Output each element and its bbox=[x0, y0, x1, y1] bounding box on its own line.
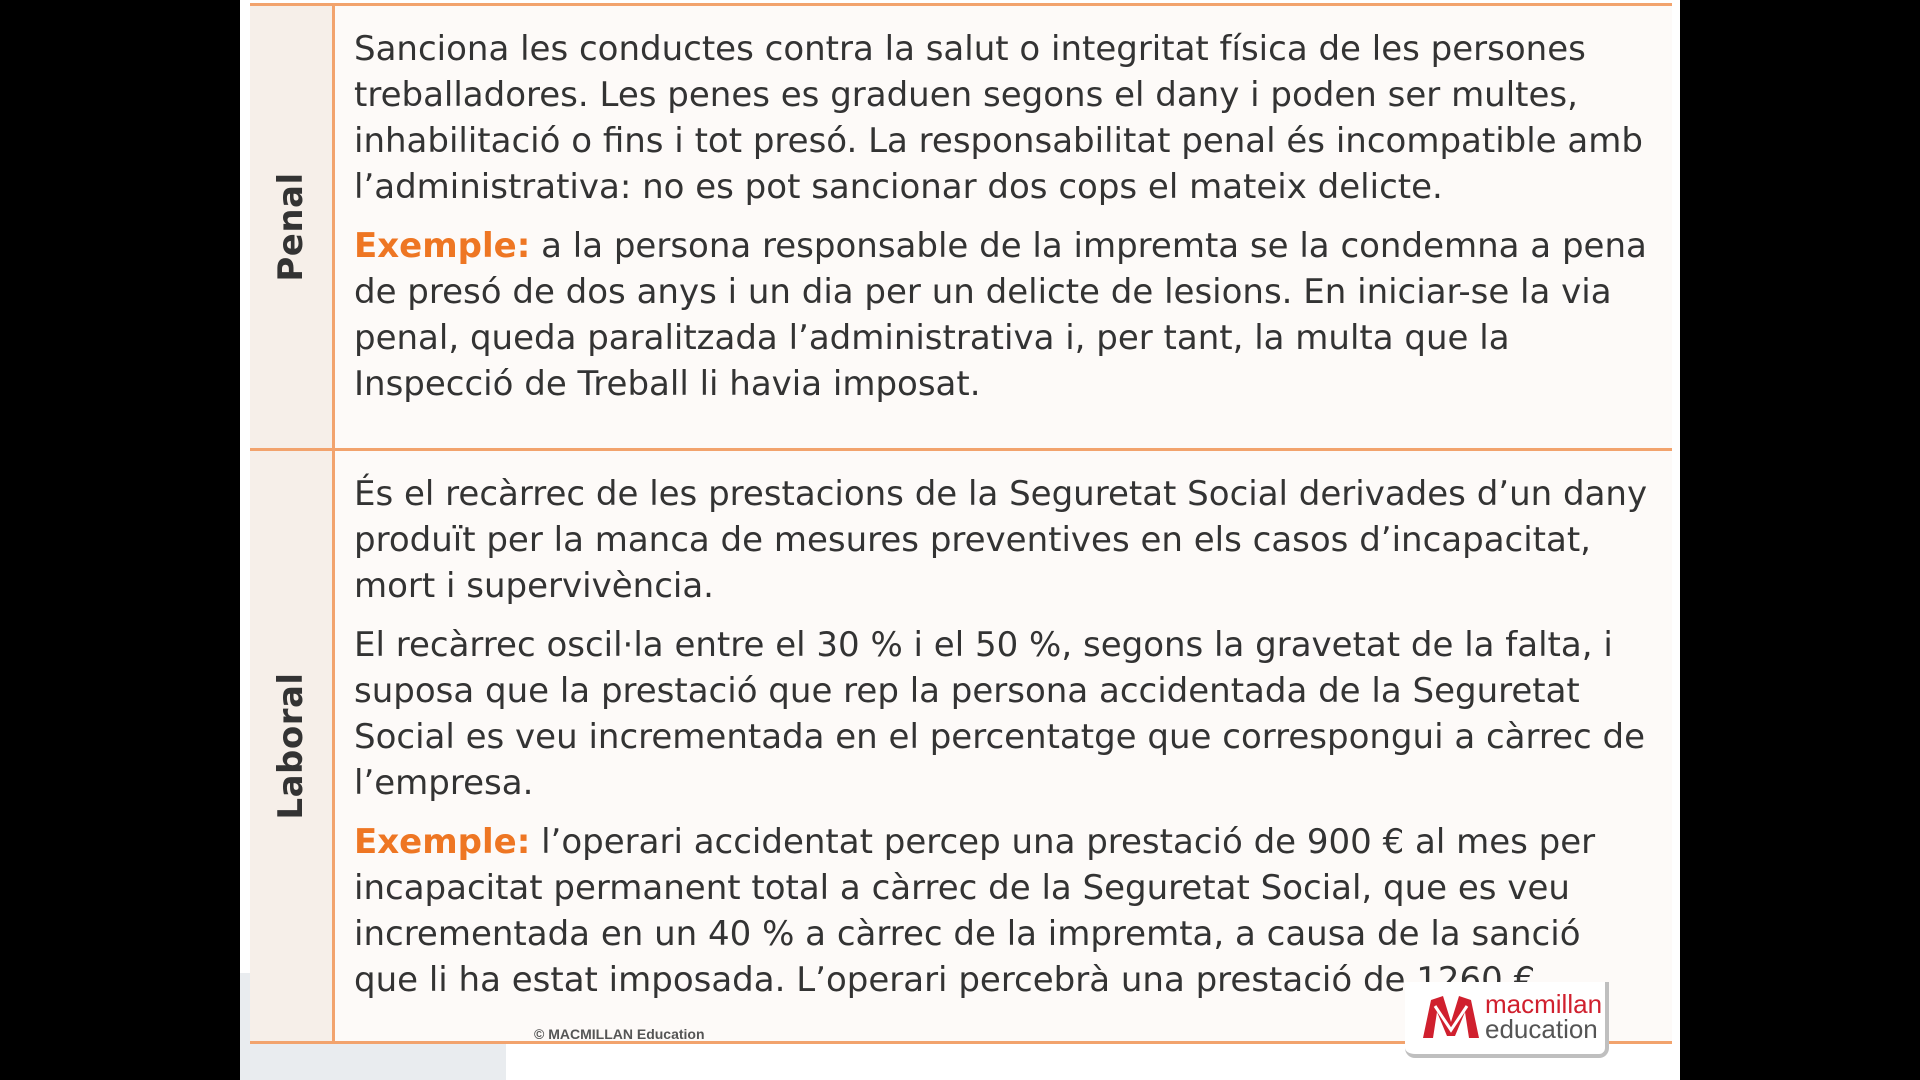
row-label-penal: Penal bbox=[271, 172, 311, 282]
example-text: a la persona responsable de la impremta … bbox=[354, 226, 1647, 404]
example-paragraph: Exemple: a la persona responsable de la … bbox=[354, 223, 1648, 407]
paragraph: És el recàrrec de les prestacions de la … bbox=[354, 474, 1648, 606]
paragraph: Sanciona les conductes contra la salut o… bbox=[354, 29, 1643, 207]
row-text-cell: Sanciona les conductes contra la salut o… bbox=[333, 3, 1672, 451]
row-label-cell: Laboral bbox=[250, 449, 335, 1044]
row-label-cell: Penal bbox=[250, 3, 335, 451]
table-row: Laboral És el recàrrec de les prestacion… bbox=[250, 449, 1672, 1044]
slide: Penal Sanciona les conductes contra la s… bbox=[240, 0, 1680, 1080]
example-label: Exemple: bbox=[354, 226, 531, 266]
example-paragraph: Exemple: l’operari accidentat percep una… bbox=[354, 819, 1648, 1003]
paragraph: El recàrrec oscil·la entre el 30 % i el … bbox=[354, 625, 1646, 803]
row-label-laboral: Laboral bbox=[271, 672, 311, 820]
macmillan-m-logo-icon bbox=[1423, 996, 1479, 1038]
macmillan-education-logo: macmillan education bbox=[1405, 982, 1609, 1058]
responsibility-table: Penal Sanciona les conductes contra la s… bbox=[250, 3, 1672, 1044]
example-label: Exemple: bbox=[354, 822, 531, 862]
logo-text-education: education bbox=[1485, 1014, 1598, 1044]
copyright-notice: © MACMILLAN Education bbox=[534, 1026, 705, 1042]
example-text: l’operari accidentat percep una prestaci… bbox=[354, 822, 1596, 1000]
table-row: Penal Sanciona les conductes contra la s… bbox=[250, 3, 1672, 451]
row-text-cell: És el recàrrec de les prestacions de la … bbox=[333, 449, 1672, 1044]
